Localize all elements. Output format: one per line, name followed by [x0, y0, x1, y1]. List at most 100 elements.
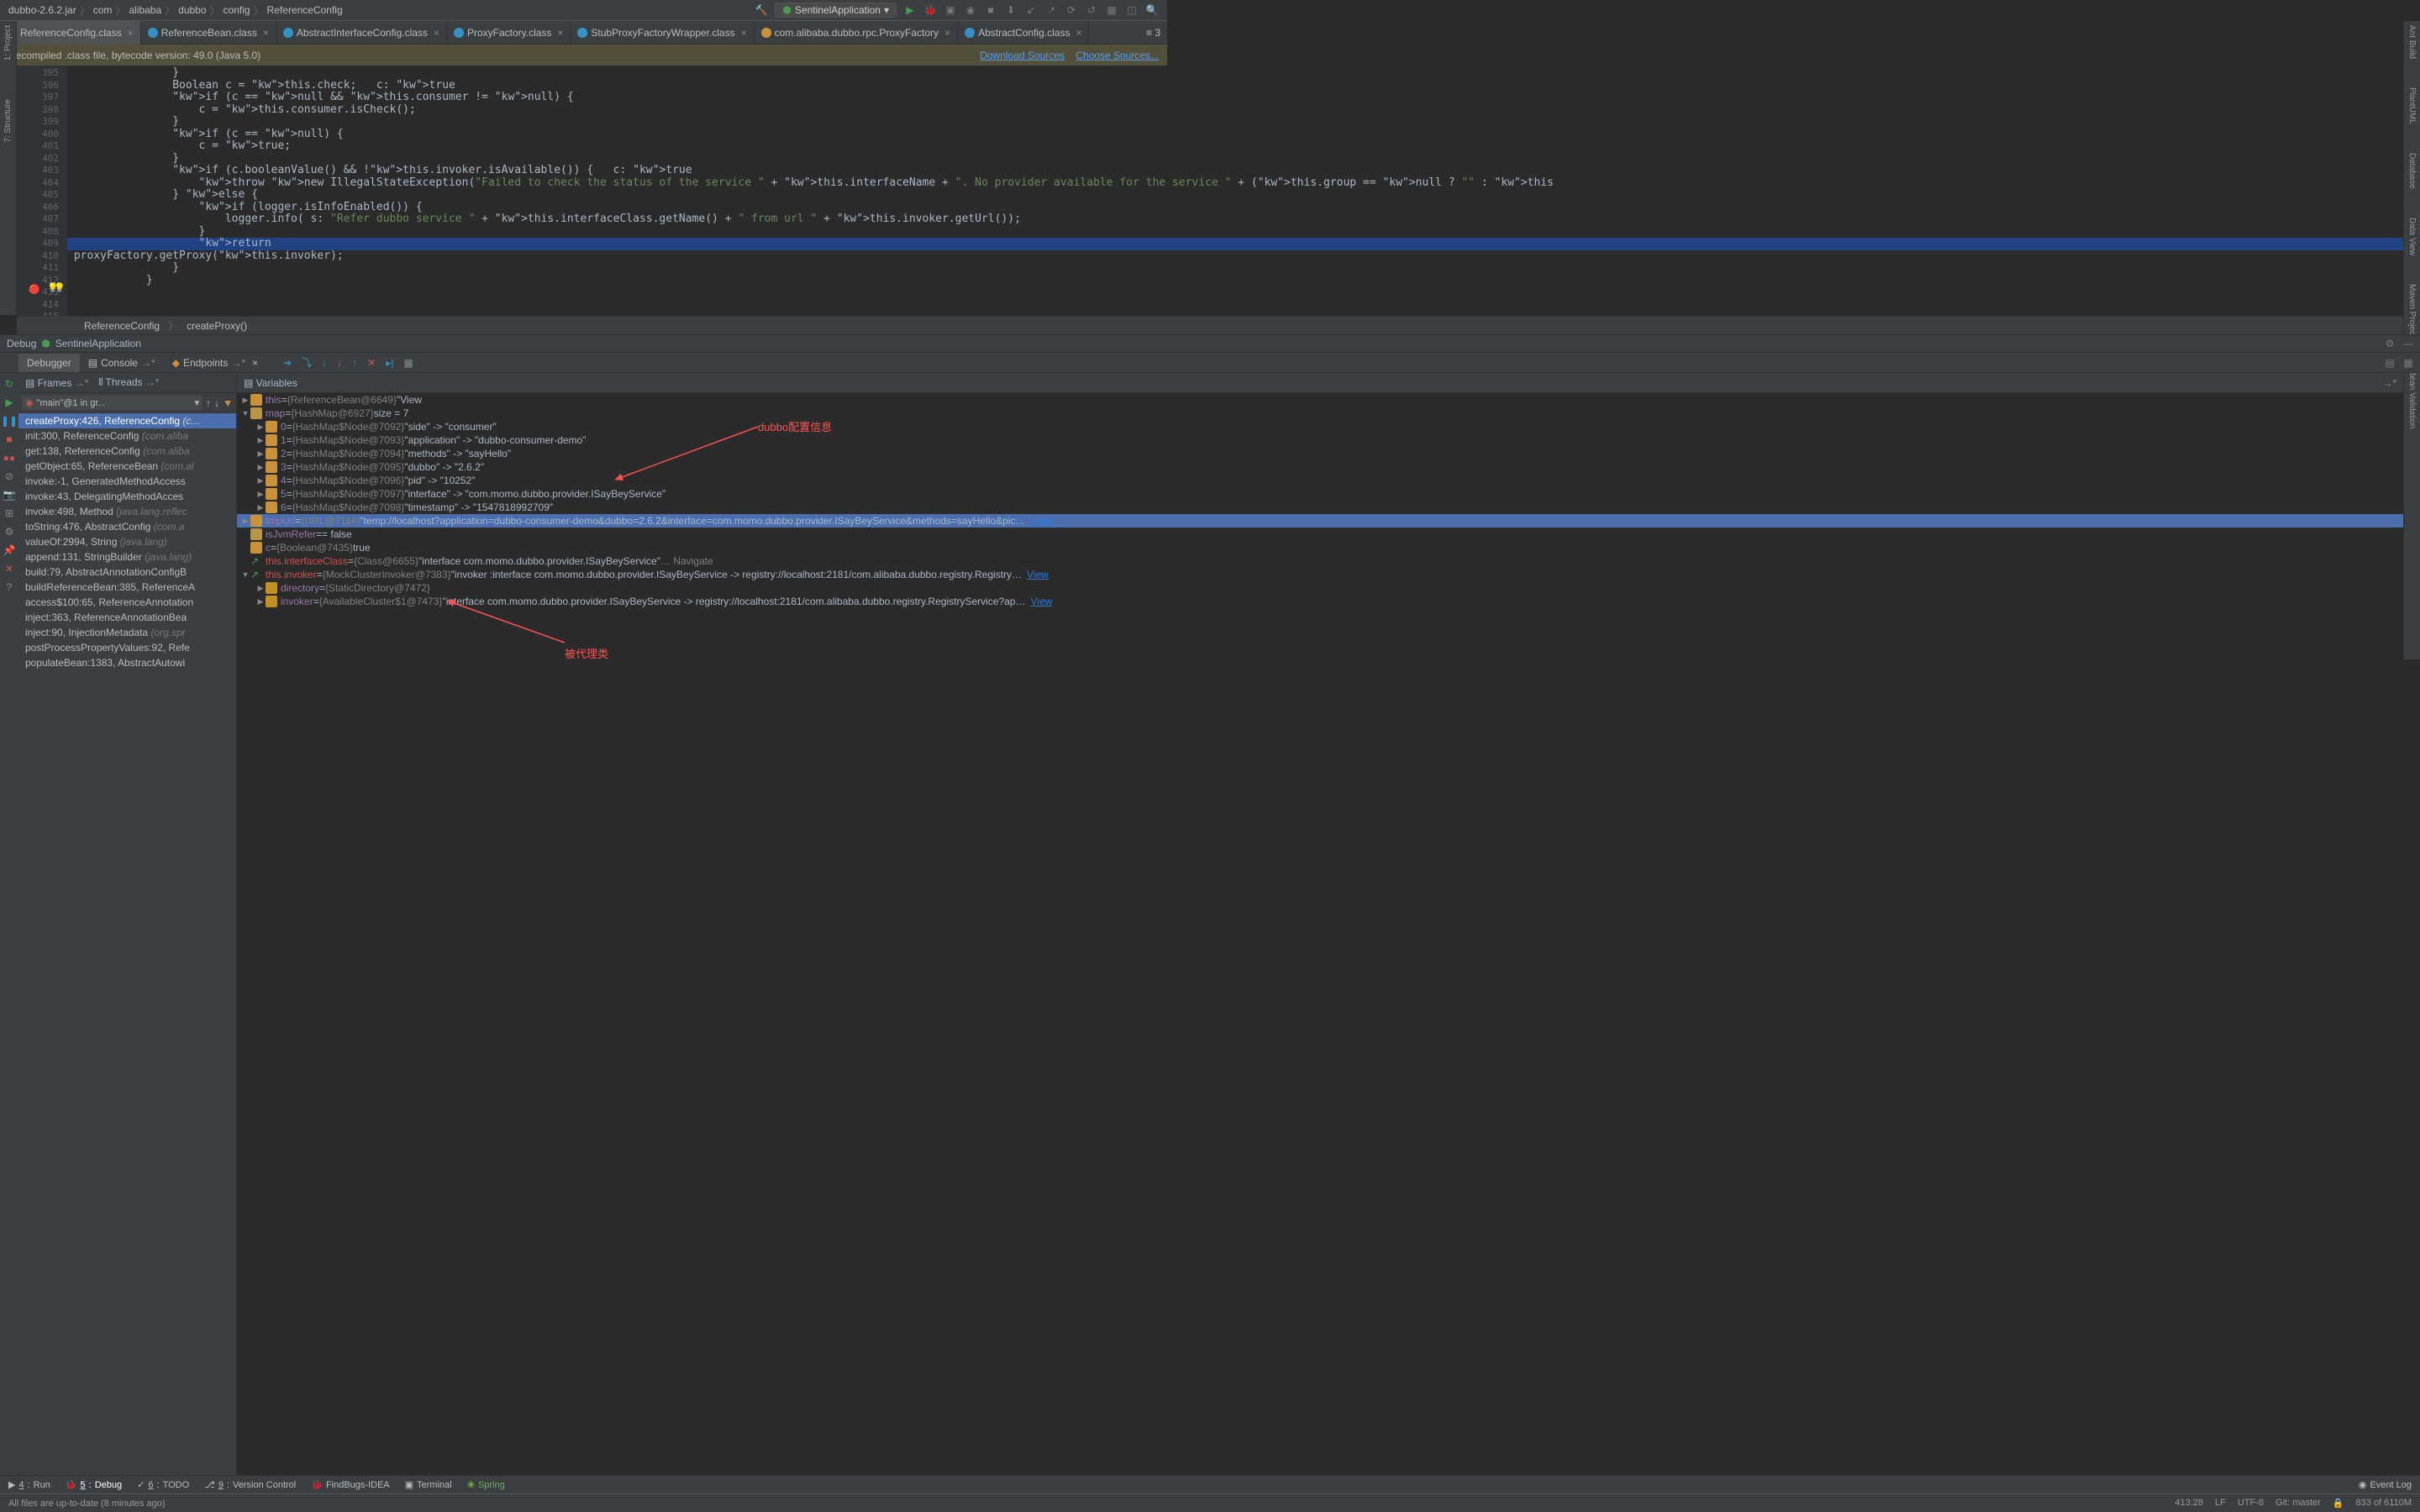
breadcrumb[interactable]: dubbo-2.6.2.jar〉 com〉 alibaba〉 dubbo〉 co… [8, 3, 343, 18]
stop-icon[interactable]: ■ [6, 433, 12, 445]
close-icon[interactable]: × [1076, 27, 1081, 39]
breadcrumb-item[interactable]: config [224, 4, 250, 16]
close-icon[interactable]: × [741, 27, 747, 39]
tool-ant[interactable]: Ant Build [2407, 25, 2417, 59]
editor-breadcrumb[interactable]: ReferenceConfig 〉 createProxy() [17, 316, 2403, 334]
settings-icon[interactable]: ⚙ [5, 526, 14, 538]
code-area[interactable]: } Boolean c = "kw">this.check; c: "kw">t… [67, 66, 2403, 316]
spring-tool[interactable]: ❀ Spring [467, 1479, 505, 1490]
prev-frame-icon[interactable]: ↑ [206, 397, 211, 409]
vars-tab[interactable]: ▤ Variables [244, 377, 297, 389]
findbugs-tool[interactable]: 🐞 FindBugs-IDEA [311, 1479, 390, 1490]
rerun-icon[interactable]: ↻ [5, 378, 13, 390]
settings-icon[interactable]: ▦ [1105, 3, 1118, 17]
tab-abstract-interface[interactable]: AbstractInterfaceConfig.class× [276, 21, 447, 45]
close-icon[interactable]: × [944, 27, 950, 39]
breadcrumb-class[interactable]: ReferenceConfig [84, 320, 160, 332]
tabs-overflow[interactable]: ≡ 3 [1146, 27, 1167, 39]
minimize-icon[interactable]: — [2402, 337, 2415, 350]
run-tool[interactable]: ▶ 4: Run [8, 1479, 50, 1490]
run-button[interactable]: ▶ [903, 3, 917, 17]
tool-bean[interactable]: Bean Validation [2407, 370, 2417, 428]
drop-frame-icon[interactable]: ✕ [367, 357, 376, 369]
tool-database[interactable]: Database [2407, 153, 2417, 189]
force-step-into-icon[interactable]: ↓ [337, 357, 342, 369]
tab-reference-config[interactable]: ReferenceConfig.class× [0, 21, 141, 45]
vcs-tool[interactable]: ⎇ 9: Version Control [204, 1479, 296, 1490]
pause-icon[interactable]: ❚❚ [1, 415, 18, 427]
profile-button[interactable]: ◉ [964, 3, 977, 17]
step-over-icon[interactable]: ⤵ [302, 355, 312, 370]
tab-rpc-proxy-factory[interactable]: com.alibaba.dubbo.rpc.ProxyFactory× [755, 21, 958, 45]
choose-sources-link[interactable]: Choose Sources... [1076, 50, 1159, 61]
close-icon[interactable]: ✕ [5, 563, 13, 575]
step-out-icon[interactable]: ↑ [352, 357, 357, 369]
tool-maven[interactable]: Maven Projects [2407, 284, 2417, 342]
run-configuration-select[interactable]: ⬢ SentinelApplication ▾ [775, 3, 897, 18]
cursor-position[interactable]: 413:28 [2175, 1498, 2203, 1509]
endpoints-tab[interactable]: ◆Endpoints→*× [164, 354, 266, 372]
get-thread-icon[interactable]: ⊞ [5, 507, 13, 519]
history-icon[interactable]: ↺ [1085, 3, 1098, 17]
dump-icon[interactable]: 📷 [3, 489, 16, 501]
attach-button[interactable]: ⬇ [1004, 3, 1018, 17]
tab-abstract-config[interactable]: AbstractConfig.class× [958, 21, 1089, 45]
close-icon[interactable]: × [263, 27, 269, 39]
code-editor[interactable]: 🔴💡39539639739839940040140240340440540640… [17, 66, 2403, 316]
run-to-cursor-icon[interactable]: ▸| [386, 357, 393, 369]
close-icon[interactable]: × [128, 27, 134, 39]
tool-dataview[interactable]: Data View [2407, 218, 2417, 255]
frames-tab[interactable]: ▤ Frames →* [25, 377, 88, 389]
settings-icon[interactable]: ▦ [2402, 356, 2415, 370]
frames-list[interactable]: createProxy:426, ReferenceConfig (c...in… [18, 413, 236, 1475]
tool-project[interactable]: 1: Project [3, 25, 13, 60]
tool-plantuml[interactable]: PlantUML [2407, 87, 2417, 124]
memory-indicator[interactable]: 833 of 6110M [2356, 1498, 2412, 1509]
tab-proxy-factory[interactable]: ProxyFactory.class× [447, 21, 571, 45]
vcs-icon[interactable]: ⟳ [1065, 3, 1078, 17]
breadcrumb-item[interactable]: dubbo-2.6.2.jar [8, 4, 76, 16]
structure-icon[interactable]: ◫ [1125, 3, 1139, 17]
todo-tool[interactable]: ✓ 6: TODO [137, 1479, 189, 1490]
git-push-icon[interactable]: ↗ [1044, 3, 1058, 17]
help-icon[interactable]: ? [7, 581, 13, 593]
debugger-tab[interactable]: Debugger [18, 354, 80, 372]
stop-button[interactable]: ■ [984, 3, 997, 17]
git-pull-icon[interactable]: ↙ [1024, 3, 1038, 17]
close-icon[interactable]: × [252, 357, 258, 369]
next-frame-icon[interactable]: ↓ [214, 397, 219, 409]
build-icon[interactable]: 🔨 [755, 3, 768, 17]
breadcrumb-item[interactable]: alibaba [129, 4, 161, 16]
breadcrumb-item[interactable]: ReferenceConfig [267, 4, 343, 16]
evaluate-icon[interactable]: ▦ [403, 357, 413, 369]
tab-stub-proxy[interactable]: StubProxyFactoryWrapper.class× [571, 21, 754, 45]
variables-list[interactable]: ▶this = {ReferenceBean@6649} "View▼map =… [237, 393, 2403, 1475]
coverage-button[interactable]: ▣ [944, 3, 957, 17]
show-exec-icon[interactable]: ➔ [283, 357, 292, 369]
resume-icon[interactable]: ▶ [5, 396, 13, 408]
breadcrumb-item[interactable]: dubbo [178, 4, 206, 16]
pin-icon[interactable]: →* [2382, 377, 2403, 389]
breadcrumb-method[interactable]: createProxy() [187, 320, 247, 332]
mute-breakpoints-icon[interactable]: ⊘ [5, 470, 13, 482]
step-into-icon[interactable]: ↓ [322, 357, 327, 369]
threads-tab[interactable]: ⫴ Threads →* [98, 376, 159, 389]
tab-reference-bean[interactable]: ReferenceBean.class× [141, 21, 276, 45]
console-tab[interactable]: ▤Console→* [80, 354, 164, 372]
debug-button[interactable]: 🐞 [923, 3, 937, 17]
filter-icon[interactable]: ▼ [223, 397, 233, 409]
lock-icon[interactable]: 🔒 [2333, 1498, 2344, 1509]
line-ending[interactable]: LF [2215, 1498, 2226, 1509]
gear-icon[interactable]: ⚙ [2383, 337, 2396, 350]
close-icon[interactable]: × [434, 27, 439, 39]
layout-icon[interactable]: ▤ [2383, 356, 2396, 370]
tool-structure[interactable]: 7: Structure [3, 99, 13, 143]
encoding[interactable]: UTF-8 [2238, 1498, 2264, 1509]
pin-icon[interactable]: 📌 [3, 544, 16, 556]
event-log[interactable]: ◉ Event Log [2359, 1479, 2412, 1490]
debug-tool[interactable]: 🐞 5: Debug [66, 1479, 122, 1490]
terminal-tool[interactable]: ▣ Terminal [405, 1479, 452, 1490]
download-sources-link[interactable]: Download Sources [980, 50, 1065, 61]
git-branch[interactable]: Git: master [2275, 1498, 2321, 1509]
thread-selector[interactable]: ◉ "main"@1 in gr... ▾ [22, 396, 203, 410]
